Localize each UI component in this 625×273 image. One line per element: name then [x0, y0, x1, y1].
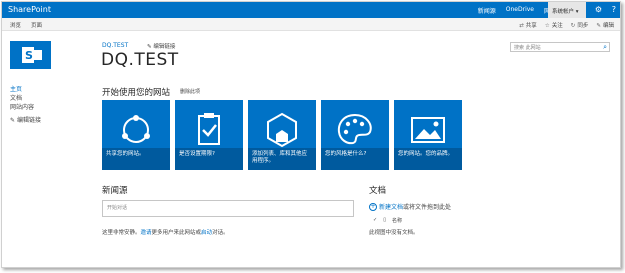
sync-button[interactable]: ↻ 同步: [571, 21, 589, 29]
tile-apps[interactable]: 添加列表、库和其他应用程序。: [248, 100, 316, 170]
suite-link-onedrive[interactable]: OneDrive: [506, 6, 534, 15]
newsfeed-empty-text: 这里非常安静。邀请更多用户来此网站或启动对话。: [102, 228, 229, 236]
share-label: 共享: [525, 23, 537, 29]
edit-links-nav-label: 编辑链接: [16, 117, 41, 124]
documents-header: ✓ ▯ 名称: [373, 217, 402, 224]
search-placeholder: 搜索 此网站: [514, 45, 541, 51]
documents-empty: 此视图中没有文档。: [369, 230, 419, 236]
plus-icon[interactable]: +: [369, 202, 377, 211]
getting-started-title: 开始使用您的网站: [102, 88, 171, 98]
star-icon: ☆: [544, 23, 550, 29]
share-icon: [122, 115, 150, 143]
search-icon[interactable]: ⌕: [603, 43, 607, 52]
pencil-icon: ✎: [596, 23, 601, 29]
edit-links-header[interactable]: ✎ 编辑链接: [147, 42, 175, 50]
brand-label[interactable]: SharePoint: [8, 5, 51, 14]
column-name[interactable]: 名称: [392, 217, 402, 224]
tile-caption: 添加列表、库和其他应用程序。: [248, 148, 316, 170]
newsfeed-text-1: 这里非常安静。: [102, 230, 141, 236]
tile-caption: 您的网站。您的品牌。: [394, 148, 462, 170]
tile-share[interactable]: 共享您的网站。: [102, 100, 170, 170]
ribbon: 浏览 页面 ⇄ 共享 ☆ 关注 ↻ 同步 ✎ 编辑: [2, 18, 620, 31]
follow-button[interactable]: ☆ 关注: [545, 21, 563, 29]
sharepoint-page: SharePoint 新闻源 OneDrive 网站 系统帐户 ▾ ⚙ ? 浏览…: [1, 1, 621, 268]
tile-caption: 您的风格是什么?: [321, 148, 389, 170]
breadcrumb[interactable]: DQ.TEST: [102, 42, 128, 49]
gear-icon[interactable]: ⚙: [595, 5, 602, 14]
suite-links: 新闻源 OneDrive 网站: [478, 6, 556, 15]
drag-files-hint: 或将文件拖到此处: [403, 204, 452, 211]
edit-button[interactable]: ✎ 编辑: [596, 21, 614, 29]
ribbon-tabs: 浏览 页面: [10, 21, 42, 29]
sharepoint-logo-icon: S: [25, 49, 33, 62]
palette-icon: [337, 113, 372, 145]
tab-browse[interactable]: 浏览: [10, 21, 21, 29]
help-icon[interactable]: ?: [612, 5, 616, 14]
tile-caption: 是否设置期限?: [175, 148, 243, 170]
newsfeed-text-2: 更多用户来此网站或: [151, 230, 202, 236]
suite-bar: SharePoint 新闻源 OneDrive 网站 系统帐户 ▾ ⚙ ?: [2, 2, 620, 18]
suite-link-newsfeed[interactable]: 新闻源: [478, 6, 496, 15]
checkmark-icon[interactable]: ✓: [373, 217, 377, 224]
tile-deadline[interactable]: 是否设置期限?: [175, 100, 243, 170]
newsfeed-text-3: 对话。: [212, 230, 229, 236]
tile-caption: 共享您的网站。: [102, 148, 170, 170]
checklist-icon: [198, 113, 220, 145]
newsfeed-title: 新闻源: [102, 186, 128, 196]
page-title: DQ.TEST: [101, 50, 179, 70]
new-document-row: + 新建文档 或将文件拖到此处: [369, 202, 451, 211]
tab-page[interactable]: 页面: [31, 21, 42, 29]
left-nav: 主页 文档 网站内容 ✎ 编辑链接: [10, 85, 41, 125]
tile-style[interactable]: 您的风格是什么?: [321, 100, 389, 170]
user-menu[interactable]: 系统帐户 ▾: [548, 2, 586, 18]
sync-label: 同步: [577, 23, 589, 29]
document-type-icon: ▯: [383, 217, 386, 223]
picture-icon: [411, 117, 445, 143]
nav-item-documents[interactable]: 文档: [10, 94, 41, 103]
search-input[interactable]: 搜索 此网站 ⌕: [510, 42, 610, 52]
documents-title: 文档: [369, 186, 387, 196]
remove-getting-started[interactable]: 删除此项: [180, 88, 200, 95]
follow-label: 关注: [551, 23, 563, 29]
site-logo[interactable]: S: [10, 41, 51, 69]
ribbon-actions: ⇄ 共享 ☆ 关注 ↻ 同步 ✎ 编辑: [519, 21, 614, 29]
share-button[interactable]: ⇄ 共享: [519, 21, 537, 29]
edit-links-nav[interactable]: ✎ 编辑链接: [10, 116, 41, 125]
edit-label: 编辑: [602, 23, 614, 29]
invite-link[interactable]: 邀请: [141, 230, 152, 236]
conversation-placeholder: 开始对话: [107, 205, 128, 211]
apps-icon: [267, 112, 297, 148]
nav-item-home[interactable]: 主页: [10, 85, 41, 94]
share-icon: ⇄: [519, 23, 524, 29]
start-conversation-link[interactable]: 启动: [201, 230, 212, 236]
new-document-link[interactable]: 新建文档: [379, 202, 403, 211]
conversation-input[interactable]: 开始对话: [102, 200, 354, 217]
nav-item-site-contents[interactable]: 网站内容: [10, 103, 41, 112]
tile-brand[interactable]: 您的网站。您的品牌。: [394, 100, 462, 170]
sync-icon: ↻: [570, 23, 576, 29]
pencil-icon: ✎: [10, 117, 17, 124]
